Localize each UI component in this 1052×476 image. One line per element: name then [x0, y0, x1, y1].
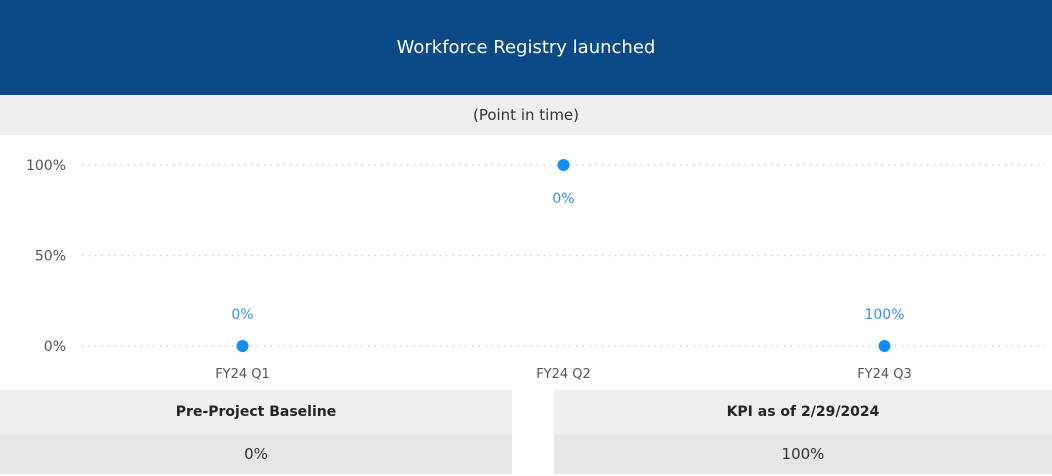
x-tick-label: FY24 Q3 — [857, 367, 912, 382]
data-label: 0% — [552, 191, 574, 207]
chart-area: 0% 50% 100% FY24 Q1 FY24 Q2 FY24 Q3 0% 0% 100% — [0, 135, 1052, 390]
kpi-baseline-card: Pre-Project Baseline 0% — [0, 390, 512, 476]
chart-subtitle: (Point in time) — [472, 106, 580, 124]
y-tick-label: 100% — [26, 158, 66, 174]
chart-title: Workforce Registry launched — [396, 37, 656, 58]
kpi-current-card: KPI as of 2/29/2024 100% — [554, 390, 1052, 476]
x-tick-label: FY24 Q1 — [215, 367, 270, 382]
data-point — [878, 340, 891, 352]
kpi-baseline-title: Pre-Project Baseline — [0, 390, 512, 434]
data-label: 100% — [864, 307, 904, 323]
x-tick-label: FY24 Q2 — [536, 367, 591, 382]
data-label: 0% — [231, 307, 253, 323]
chart-header: Workforce Registry launched — [0, 0, 1052, 95]
data-point — [557, 159, 570, 171]
y-tick-label: 50% — [35, 249, 66, 265]
kpi-baseline-value: 0% — [0, 434, 512, 474]
y-tick-label: 0% — [44, 339, 66, 355]
scatter-chart: 0% 50% 100% FY24 Q1 FY24 Q2 FY24 Q3 0% 0% 100% — [26, 158, 1045, 382]
kpi-current-value: 100% — [554, 434, 1052, 474]
chart-subheader: (Point in time) — [0, 95, 1052, 135]
kpi-current-title: KPI as of 2/29/2024 — [554, 390, 1052, 434]
data-point — [236, 340, 249, 352]
